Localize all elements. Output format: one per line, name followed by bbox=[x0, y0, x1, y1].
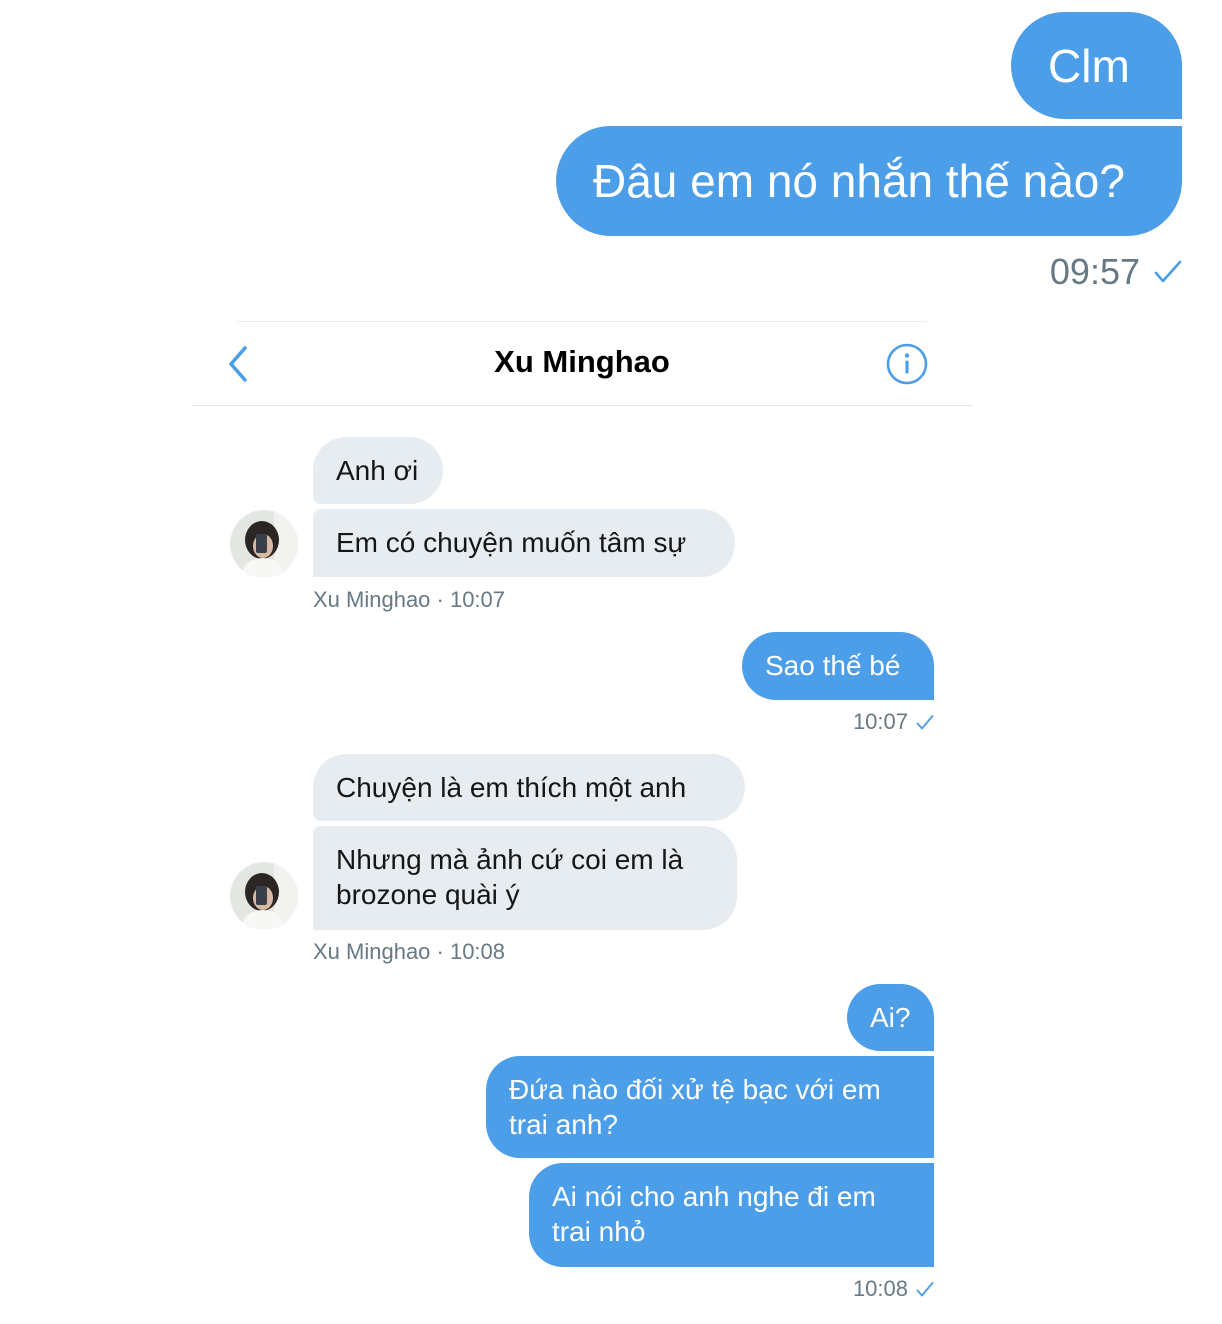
message-line: Nhưng mà ảnh cứ coi em là bbox=[336, 844, 684, 875]
message-time: 09:57 bbox=[1049, 251, 1140, 292]
message-time: 10:07 bbox=[852, 709, 908, 734]
incoming-message[interactable]: Anh ơi bbox=[313, 437, 443, 504]
outgoing-message[interactable]: Clm bbox=[1011, 12, 1182, 119]
message-line: trai anh? bbox=[509, 1109, 618, 1140]
message-meta: 10:08 bbox=[853, 1275, 934, 1303]
message-text: Clm bbox=[1048, 39, 1130, 92]
message-time: 10:08 bbox=[852, 1276, 908, 1301]
outgoing-message[interactable]: Ai nói cho anh nghe đi em trai nhỏ bbox=[529, 1163, 934, 1267]
outgoing-message[interactable]: Ai? bbox=[847, 984, 934, 1051]
outgoing-message[interactable]: Đâu em nó nhắn thế nào? bbox=[556, 126, 1182, 236]
info-icon[interactable] bbox=[886, 343, 928, 385]
sender-and-time: Xu Minghao · 10:08 bbox=[313, 939, 506, 964]
message-line: trai nhỏ bbox=[552, 1216, 646, 1247]
outgoing-message[interactable]: Đứa nào đối xử tệ bạc với em trai anh? bbox=[486, 1056, 934, 1158]
message-text: Đâu em nó nhắn thế nào? bbox=[593, 155, 1125, 207]
incoming-message[interactable]: Chuyện là em thích một anh bbox=[313, 754, 745, 821]
message-meta: 10:07 bbox=[853, 708, 934, 736]
message-line: Đứa nào đối xử tệ bạc với em bbox=[509, 1074, 881, 1105]
checkmark-icon bbox=[916, 1281, 934, 1298]
message-text: Em có chuyện muốn tâm sự bbox=[336, 527, 687, 558]
message-text: Chuyện là em thích một anh bbox=[336, 772, 687, 803]
avatar[interactable] bbox=[230, 862, 298, 930]
sender-and-time: Xu Minghao · 10:07 bbox=[313, 587, 506, 612]
checkmark-icon bbox=[916, 714, 934, 731]
message-text: Anh ơi bbox=[336, 455, 419, 486]
message-meta: Xu Minghao · 10:08 bbox=[313, 938, 505, 966]
avatar[interactable] bbox=[230, 510, 298, 578]
conversation-header: Xu Minghao bbox=[192, 322, 972, 406]
checkmark-icon bbox=[1154, 259, 1182, 285]
conversation-title: Xu Minghao bbox=[494, 344, 670, 379]
incoming-message[interactable]: Em có chuyện muốn tâm sự bbox=[313, 509, 735, 577]
message-text: Sao thế bé bbox=[765, 650, 901, 681]
message-text: Ai? bbox=[870, 1002, 911, 1033]
message-meta: 09:57 bbox=[1050, 250, 1182, 294]
message-meta: Xu Minghao · 10:07 bbox=[313, 586, 505, 614]
outgoing-message[interactable]: Sao thế bé bbox=[742, 632, 934, 700]
incoming-message[interactable]: Nhưng mà ảnh cứ coi em là brozone quài ý bbox=[313, 826, 737, 930]
message-line: brozone quài ý bbox=[336, 879, 520, 910]
message-line: Ai nói cho anh nghe đi em bbox=[552, 1181, 876, 1212]
